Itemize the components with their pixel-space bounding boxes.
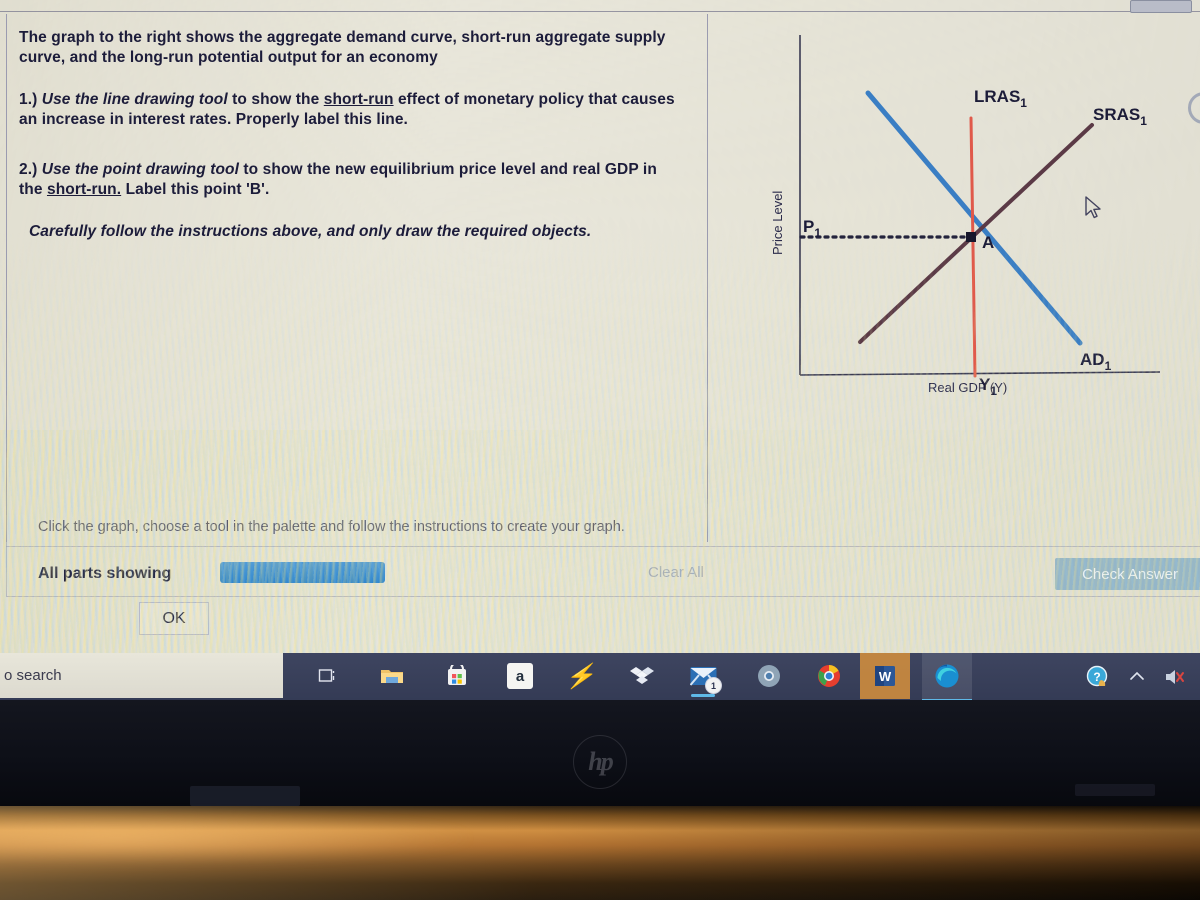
desk-light-reflection: [0, 812, 480, 864]
y-axis-label: Price Level: [770, 191, 785, 255]
browser-chrome-divider: [0, 11, 1200, 12]
svg-text:W: W: [879, 669, 892, 684]
ok-button[interactable]: OK: [139, 602, 209, 635]
mouse-cursor-icon: [1085, 196, 1101, 219]
label-ad1-sub: 1: [1105, 359, 1112, 373]
laptop-photo: The graph to the right shows the aggrega…: [0, 0, 1200, 900]
task-1-number: 1.): [19, 91, 42, 108]
search-placeholder-text: o search: [4, 667, 62, 684]
word-icon[interactable]: W: [860, 653, 910, 699]
label-sras1-main: SRAS: [1093, 105, 1140, 124]
mail-unread-badge: 1: [705, 677, 722, 694]
bezel-hinge-right: [1075, 784, 1155, 796]
task-1-tool: Use the line drawing tool: [41, 91, 228, 108]
dropbox-icon[interactable]: [625, 659, 659, 693]
bezel-hinge-left: [190, 786, 300, 806]
all-parts-showing-label: All parts showing: [38, 565, 172, 582]
volume-muted-icon[interactable]: [1164, 667, 1186, 687]
task-2-underline: short-run.: [46, 181, 122, 198]
label-lras1-main: LRAS: [974, 87, 1020, 106]
mail-icon[interactable]: 1: [686, 659, 722, 697]
edge-icon[interactable]: [922, 653, 972, 702]
label-lras1-sub: 1: [1020, 96, 1027, 110]
microsoft-store-icon[interactable]: [440, 659, 474, 693]
graph-svg[interactable]: Price Level Real GDP (Y) P1 Y1 A LRAS1 S…: [760, 20, 1190, 420]
label-point-a: A: [982, 233, 994, 252]
windows-taskbar: o search a ⚡ 1 W ?: [0, 653, 1200, 702]
question-task-1: 1.) Use the line drawing tool to show th…: [19, 90, 683, 130]
chrome-grey-icon[interactable]: [752, 659, 786, 693]
parts-progress-button[interactable]: [220, 562, 385, 583]
label-y1-main: Y: [979, 375, 991, 394]
top-right-panel: [1130, 0, 1192, 13]
task-2-tool: Use the point drawing tool: [41, 161, 240, 178]
chrome-icon[interactable]: [812, 659, 846, 693]
question-intro: The graph to the right shows the aggrega…: [19, 29, 666, 66]
curve-lras1[interactable]: [969, 116, 977, 378]
panel-left-border: [6, 14, 7, 596]
question-panel: The graph to the right shows the aggrega…: [6, 14, 708, 542]
graph-hint-text: Click the graph, choose a tool in the pa…: [38, 519, 625, 535]
label-y1-sub: 1: [990, 384, 997, 398]
help-icon[interactable]: ?: [1086, 665, 1110, 689]
hp-logo: hp: [573, 735, 627, 789]
chevron-up-icon[interactable]: [1128, 668, 1146, 686]
label-lras1: LRAS1: [974, 87, 1027, 110]
check-answer-button[interactable]: Check Answer: [1055, 558, 1200, 590]
equilibrium-point-a[interactable]: [966, 232, 976, 242]
label-p1-main: P: [803, 217, 814, 236]
task-1-underline: short-run: [323, 91, 394, 108]
label-p1-sub: 1: [814, 226, 821, 240]
aggregate-demand-supply-graph[interactable]: Price Level Real GDP (Y) P1 Y1 A LRAS1 S…: [760, 20, 1190, 420]
task-2-rest: Label this point 'B'.: [121, 181, 270, 198]
task-2-number: 2.): [19, 161, 42, 178]
file-explorer-icon[interactable]: [375, 659, 409, 693]
question-careful-note: Carefully follow the instructions above,…: [29, 223, 592, 240]
label-sras1: SRAS1: [1093, 105, 1147, 128]
clear-all-button[interactable]: Clear All: [648, 564, 704, 581]
amazon-icon[interactable]: a: [503, 659, 537, 693]
label-sras1-sub: 1: [1140, 114, 1147, 128]
system-tray: ?: [1086, 653, 1192, 700]
task-view-icon[interactable]: [310, 659, 344, 693]
toolbar-divider-top: [6, 546, 1200, 547]
laptop-screen: The graph to the right shows the aggrega…: [0, 0, 1200, 700]
taskbar-search-input[interactable]: o search: [0, 653, 283, 698]
lightning-icon[interactable]: ⚡: [563, 659, 597, 693]
toolbar-divider-bottom: [6, 596, 1200, 597]
amazon-glyph: a: [507, 663, 533, 689]
label-ad1: AD1: [1080, 350, 1112, 373]
question-task-2: 2.) Use the point drawing tool to show t…: [19, 160, 683, 200]
label-ad1-main: AD: [1080, 350, 1105, 369]
task-1-mid: to show the: [227, 91, 324, 108]
